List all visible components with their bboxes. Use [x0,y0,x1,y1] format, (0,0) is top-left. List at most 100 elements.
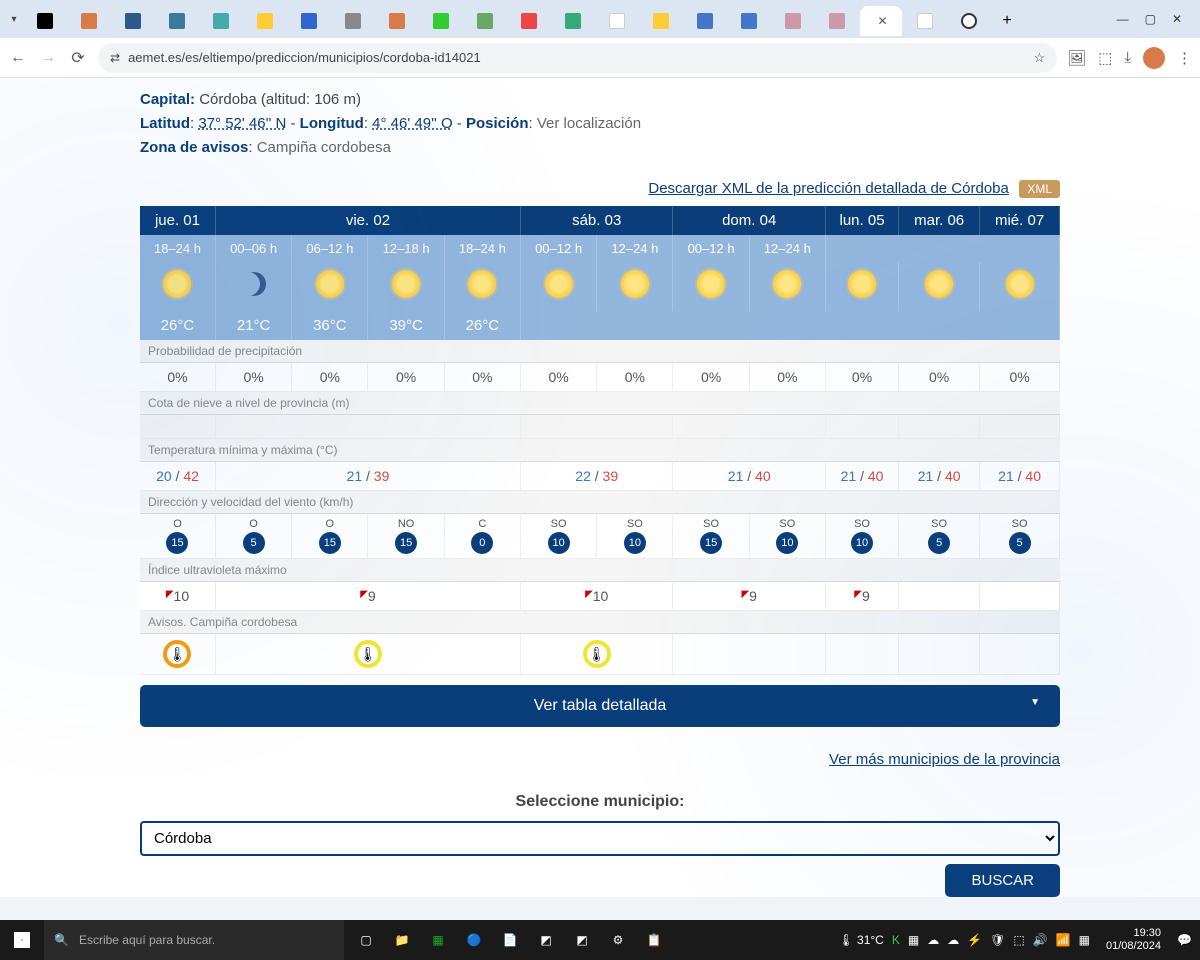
day-header[interactable]: sáb. 03 [520,206,673,235]
forecast-table: jue. 01 vie. 02 sáb. 03 dom. 04 lun. 05 … [140,206,1060,675]
chrome-icon[interactable]: 🔵 [462,928,486,952]
excel-icon[interactable]: ▦ [426,928,450,952]
maximize-button[interactable]: ▢ [1145,12,1156,26]
temp-cell: 39°C [368,311,444,340]
new-tab-button[interactable]: + [992,6,1022,36]
app-icon[interactable]: ⚙ [606,928,630,952]
tab[interactable] [948,6,990,36]
temp-row: 26°C 21°C 36°C 39°C 26°C [140,311,1060,340]
wind-cell: SO10 [520,514,596,559]
tabs-dropdown[interactable]: ▾ [4,14,24,25]
close-button[interactable]: ✕ [1172,12,1182,26]
app-icon[interactable]: 📄 [498,928,522,952]
start-button[interactable] [0,920,44,960]
downloads-icon[interactable]: ⤓ [1124,49,1131,66]
tab[interactable] [816,6,858,36]
uv-cell [980,582,1060,611]
volume-icon[interactable]: 🔊 [1033,933,1048,947]
hour-cell: 18–24 h [140,235,215,262]
search-button[interactable]: BUSCAR [945,864,1060,897]
pos-link[interactable]: Ver localización [537,115,641,132]
wind-cell: SO5 [899,514,980,559]
municipality-select[interactable]: Córdoba [140,821,1060,856]
weather-widget[interactable]: 🌡 31°C [838,933,883,947]
hours-row: 18–24 h 00–06 h 06–12 h 12–18 h 18–24 h … [140,235,1060,262]
tab[interactable] [376,6,418,36]
day-header[interactable]: vie. 02 [215,206,520,235]
url-input[interactable]: ⇄ aemet.es/es/eltiempo/prediccion/munici… [98,43,1057,73]
app-icon[interactable]: ◩ [534,928,558,952]
bookmark-icon[interactable]: ☆ [1033,50,1045,66]
back-button[interactable]: ← [8,49,28,67]
tab[interactable] [640,6,682,36]
tab[interactable] [200,6,242,36]
profile-avatar[interactable] [1143,47,1165,69]
tab[interactable] [684,6,726,36]
clock[interactable]: 19:30 01/08/2024 [1098,927,1169,953]
taskbar: 🔍 Escribe aquí para buscar. ▢ 📁 ▦ 🔵 📄 ◩ … [0,920,1200,960]
tray-icon[interactable]: ▦ [908,933,919,947]
detail-table-button[interactable]: Ver tabla detallada ▼ [140,685,1060,727]
precip-cell: 0% [825,363,898,392]
day-header[interactable]: dom. 04 [673,206,826,235]
day-header[interactable]: mié. 07 [980,206,1060,235]
xml-download-link[interactable]: Descargar XML de la predicción detallada… [648,180,1009,197]
tab[interactable] [552,6,594,36]
tray-icon[interactable]: 🛡 [990,933,1005,947]
tray-icon[interactable]: ☁ [927,933,939,947]
forward-button[interactable]: → [38,49,58,67]
window-controls: — ▢ ✕ [1103,12,1196,26]
site-info-icon[interactable]: ⇄ [110,51,120,65]
uv-cell: ◤10 [520,582,673,611]
tab[interactable] [244,6,286,36]
tab[interactable] [728,6,770,36]
day-header[interactable]: lun. 05 [825,206,898,235]
day-header[interactable]: jue. 01 [140,206,215,235]
tab[interactable] [772,6,814,36]
minimize-button[interactable]: — [1117,12,1129,26]
reload-button[interactable]: ⟳ [68,48,88,68]
network-icon[interactable]: 📶 [1056,933,1071,947]
precip-cell: 0% [140,363,215,392]
tab-active[interactable]: ✕ [860,6,902,36]
tab[interactable] [288,6,330,36]
task-view-icon[interactable]: ▢ [354,928,378,952]
menu-icon[interactable]: ⋮ [1177,49,1192,67]
image-icon[interactable]: 🖼 [1067,49,1086,67]
close-icon[interactable]: ✕ [877,14,887,28]
tab[interactable] [420,6,462,36]
tab[interactable] [904,6,946,36]
select-municipality-label: Seleccione municipio: [140,793,1060,811]
tab[interactable] [596,6,638,36]
tray-icon[interactable]: ⬚ [1013,933,1024,947]
notifications-icon[interactable]: 💬 [1177,933,1192,947]
xml-badge[interactable]: XML [1019,180,1060,198]
tab[interactable] [332,6,374,36]
tray-icon[interactable]: ⚡ [967,933,982,947]
explorer-icon[interactable]: 📁 [390,928,414,952]
precip-cell: 0% [597,363,673,392]
wind-cell: SO10 [825,514,898,559]
tray-icon[interactable]: ▦ [1079,933,1090,947]
tray-icon[interactable]: ☁ [947,933,959,947]
tab[interactable] [68,6,110,36]
taskbar-search[interactable]: 🔍 Escribe aquí para buscar. [44,920,344,960]
tab[interactable] [156,6,198,36]
tray-icon[interactable]: K [892,933,900,947]
snow-label: Cota de nieve a nivel de provincia (m) [140,392,1060,415]
minmax-cell: 21 / 39 [215,462,520,491]
tab[interactable] [464,6,506,36]
precip-cell: 0% [980,363,1060,392]
app-icon[interactable]: 📋 [642,928,666,952]
tab[interactable] [24,6,66,36]
app-icon[interactable]: ◩ [570,928,594,952]
tab[interactable] [112,6,154,36]
more-municipalities-link[interactable]: Ver más municipios de la provincia [829,751,1060,768]
wind-label: Dirección y velocidad del viento (km/h) [140,491,1060,514]
extensions-icon[interactable]: ⬚ [1098,49,1112,67]
tab[interactable] [508,6,550,36]
precip-cell: 0% [673,363,749,392]
address-bar: ← → ⟳ ⇄ aemet.es/es/eltiempo/prediccion/… [0,38,1200,78]
day-header[interactable]: mar. 06 [899,206,980,235]
minmax-label: Temperatura mínima y máxima (°C) [140,439,1060,462]
